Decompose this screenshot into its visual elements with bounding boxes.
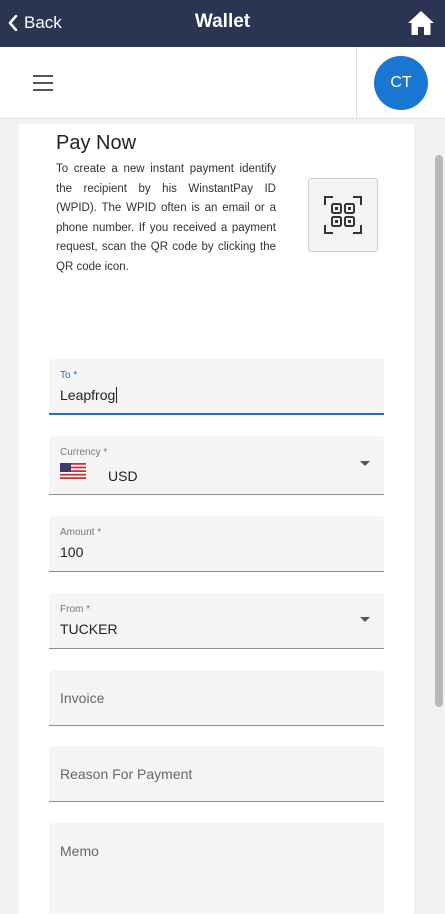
currency-label: Currency *: [60, 447, 108, 458]
reason-field[interactable]: Reason For Payment: [49, 746, 384, 802]
to-field[interactable]: To * Leapfrog: [49, 359, 384, 415]
home-icon[interactable]: [407, 10, 435, 36]
dropdown-arrow-icon: [360, 461, 370, 466]
from-value: TUCKER: [60, 621, 118, 637]
to-label: To *: [60, 370, 78, 381]
pay-now-card: Pay Now To create a new instant payment …: [19, 124, 414, 914]
currency-select[interactable]: Currency * USD: [49, 436, 384, 495]
hamburger-menu-icon[interactable]: [33, 75, 53, 91]
from-label: From *: [60, 604, 90, 615]
app-header: CT: [0, 47, 445, 119]
invoice-label: Invoice: [60, 690, 105, 706]
to-input[interactable]: Leapfrog: [60, 387, 118, 403]
invoice-field[interactable]: Invoice: [49, 670, 384, 726]
amount-label: Amount *: [60, 527, 102, 538]
dropdown-arrow-icon: [360, 617, 370, 622]
memo-label: Memo: [60, 843, 99, 859]
reason-label: Reason For Payment: [60, 766, 193, 782]
pay-now-description: To create a new instant payment identify…: [56, 163, 276, 273]
qr-scan-button[interactable]: [308, 178, 378, 252]
header-divider: [356, 47, 357, 119]
us-flag-icon: [60, 463, 86, 479]
amount-input[interactable]: 100: [60, 544, 83, 560]
currency-value: USD: [108, 468, 138, 484]
amount-field[interactable]: Amount * 100: [49, 516, 384, 572]
scrollbar-thumb[interactable]: [435, 155, 443, 707]
from-select[interactable]: From * TUCKER: [49, 593, 384, 649]
qr-code-icon: [324, 196, 362, 234]
pay-now-title: Pay Now: [56, 132, 137, 154]
page-title: Wallet: [194, 11, 251, 32]
avatar[interactable]: CT: [374, 56, 428, 110]
top-nav-bar: Back Wallet: [0, 0, 445, 47]
